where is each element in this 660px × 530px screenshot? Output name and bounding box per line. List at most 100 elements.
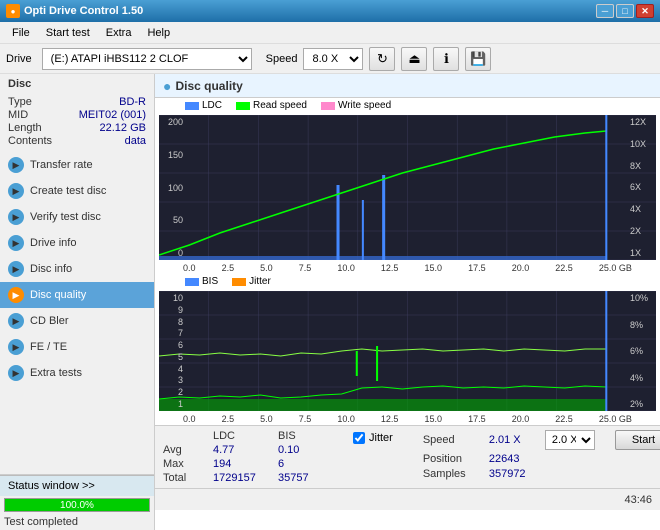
disc-length-value: 22.12 GB: [100, 122, 146, 134]
disc-info-icon: ▶: [8, 261, 24, 277]
refresh-button[interactable]: ↻: [369, 47, 395, 71]
content-area: ● Disc quality LDC Read speed Write spee…: [155, 74, 660, 530]
y1-labels-left: 200 150 100 50 0: [161, 115, 183, 260]
sidebar: Disc Type BD-R MID MEIT02 (001) Length 2…: [0, 74, 155, 530]
write-speed-legend-label: Write speed: [338, 100, 391, 111]
transfer-rate-icon: ▶: [8, 157, 24, 173]
avg-ldc-value: 4.77: [213, 444, 268, 456]
max-label: Max: [163, 458, 203, 470]
speed-label: Speed: [266, 53, 298, 65]
read-speed-legend-color: [236, 102, 250, 110]
position-label: Position: [423, 453, 483, 465]
disc-type-row: Type BD-R: [8, 96, 146, 108]
y2-labels-right: 10% 8% 6% 4% 2%: [630, 291, 654, 411]
app-icon: ●: [6, 4, 20, 18]
max-bis-value: 6: [278, 458, 333, 470]
chart2-x-labels: 0.0 2.5 5.0 7.5 10.0 12.5 15.0 17.5 20.0…: [155, 413, 660, 425]
sidebar-item-fe-te[interactable]: ▶ FE / TE: [0, 334, 154, 360]
read-speed-legend-item: Read speed: [236, 100, 307, 111]
chart1-legend: LDC Read speed Write speed: [155, 98, 660, 113]
sidebar-item-disc-quality[interactable]: ▶ Disc quality: [0, 282, 154, 308]
disc-mid-row: MID MEIT02 (001): [8, 109, 146, 121]
sidebar-item-drive-info[interactable]: ▶ Drive info: [0, 230, 154, 256]
drivebar: Drive (E:) ATAPI iHBS112 2 CLOF Speed 8.…: [0, 44, 660, 74]
minimize-button[interactable]: ─: [596, 4, 614, 18]
eject-button[interactable]: ⏏: [401, 47, 427, 71]
disc-contents-row: Contents data: [8, 135, 146, 147]
jitter-checkbox[interactable]: [353, 432, 365, 444]
disc-length-row: Length 22.12 GB: [8, 122, 146, 134]
chart2: 10 9 8 7 6 5 4 3 2 1 10% 8% 6% 4% 2%: [159, 291, 656, 411]
verify-test-disc-icon: ▶: [8, 209, 24, 225]
sidebar-item-transfer-rate[interactable]: ▶ Transfer rate: [0, 152, 154, 178]
stats-total-row: Total 1729157 35757: [163, 472, 333, 484]
progress-text: 100.0%: [5, 499, 149, 511]
maximize-button[interactable]: □: [616, 4, 634, 18]
main-layout: Disc Type BD-R MID MEIT02 (001) Length 2…: [0, 74, 660, 530]
position-value: 22643: [489, 453, 520, 465]
avg-bis-value: 0.10: [278, 444, 333, 456]
bis-col-header: BIS: [278, 430, 333, 442]
menu-start-test[interactable]: Start test: [38, 25, 98, 41]
jitter-legend-label: Jitter: [249, 276, 271, 287]
jitter-label: Jitter: [369, 432, 393, 444]
write-speed-legend-color: [321, 102, 335, 110]
y1-labels-right: 12X 10X 8X 6X 4X 2X 1X: [630, 115, 654, 260]
drive-select[interactable]: (E:) ATAPI iHBS112 2 CLOF: [42, 48, 252, 70]
disc-contents-label: Contents: [8, 135, 52, 147]
disc-length-label: Length: [8, 122, 42, 134]
start-button[interactable]: Start: [615, 430, 660, 450]
stats-right: Speed 2.01 X 2.0 X Position 22643 Sample…: [423, 430, 595, 480]
sidebar-item-disc-info[interactable]: ▶ Disc info: [0, 256, 154, 282]
disc-mid-value: MEIT02 (001): [79, 109, 146, 121]
fe-te-icon: ▶: [8, 339, 24, 355]
disc-type-value: BD-R: [119, 96, 146, 108]
sidebar-item-extra-tests[interactable]: ▶ Extra tests: [0, 360, 154, 386]
speed-row: Speed 2.01 X 2.0 X: [423, 430, 595, 450]
speed-stat-select[interactable]: 2.0 X: [545, 430, 595, 450]
disc-quality-icon: ▶: [8, 287, 24, 303]
read-speed-legend-label: Read speed: [253, 100, 307, 111]
status-window-button[interactable]: Status window >>: [0, 475, 154, 496]
ldc-col-header: LDC: [213, 430, 268, 442]
jitter-legend-item: Jitter: [232, 276, 271, 287]
info-button[interactable]: ℹ: [433, 47, 459, 71]
chart-header: ● Disc quality: [155, 74, 660, 98]
save-button[interactable]: 💾: [465, 47, 491, 71]
samples-row: Samples 357972: [423, 468, 595, 480]
stats-bar: LDC BIS Avg 4.77 0.10 Max 194 6 Total 17…: [155, 425, 660, 488]
test-completed-label: Test completed: [0, 514, 154, 530]
sidebar-item-cd-bler[interactable]: ▶ CD Bler: [0, 308, 154, 334]
sidebar-item-create-test-disc[interactable]: ▶ Create test disc: [0, 178, 154, 204]
sidebar-item-verify-test-disc[interactable]: ▶ Verify test disc: [0, 204, 154, 230]
disc-mid-label: MID: [8, 109, 28, 121]
samples-value: 357972: [489, 468, 526, 480]
menu-extra[interactable]: Extra: [98, 25, 140, 41]
disc-info: Type BD-R MID MEIT02 (001) Length 22.12 …: [0, 92, 154, 152]
bis-legend-item: BIS: [185, 276, 218, 287]
speed-select[interactable]: 8.0 X: [303, 48, 363, 70]
drive-info-icon: ▶: [8, 235, 24, 251]
menu-help[interactable]: Help: [139, 25, 178, 41]
speed-stat-label: Speed: [423, 434, 483, 446]
window-controls: ─ □ ✕: [596, 4, 654, 18]
close-button[interactable]: ✕: [636, 4, 654, 18]
ldc-legend-label: LDC: [202, 100, 222, 111]
position-row: Position 22643: [423, 453, 595, 465]
disc-quality-chart-icon: ●: [163, 78, 171, 94]
y2-labels-left: 10 9 8 7 6 5 4 3 2 1: [161, 291, 183, 411]
disc-contents-value: data: [125, 135, 146, 147]
titlebar: ● Opti Drive Control 1.50 ─ □ ✕: [0, 0, 660, 22]
extra-tests-icon: ▶: [8, 365, 24, 381]
total-bis-value: 35757: [278, 472, 333, 484]
total-ldc-value: 1729157: [213, 472, 268, 484]
disc-type-label: Type: [8, 96, 32, 108]
stats-headers: LDC BIS: [163, 430, 333, 442]
stats-main: LDC BIS Avg 4.77 0.10 Max 194 6 Total 17…: [163, 430, 333, 484]
time-display: 43:46: [624, 494, 656, 506]
app-title: Opti Drive Control 1.50: [24, 5, 596, 17]
bottom-bar: 43:46: [155, 488, 660, 510]
speed-stat-value: 2.01 X: [489, 434, 539, 446]
menu-file[interactable]: File: [4, 25, 38, 41]
chart-title: Disc quality: [175, 79, 242, 93]
